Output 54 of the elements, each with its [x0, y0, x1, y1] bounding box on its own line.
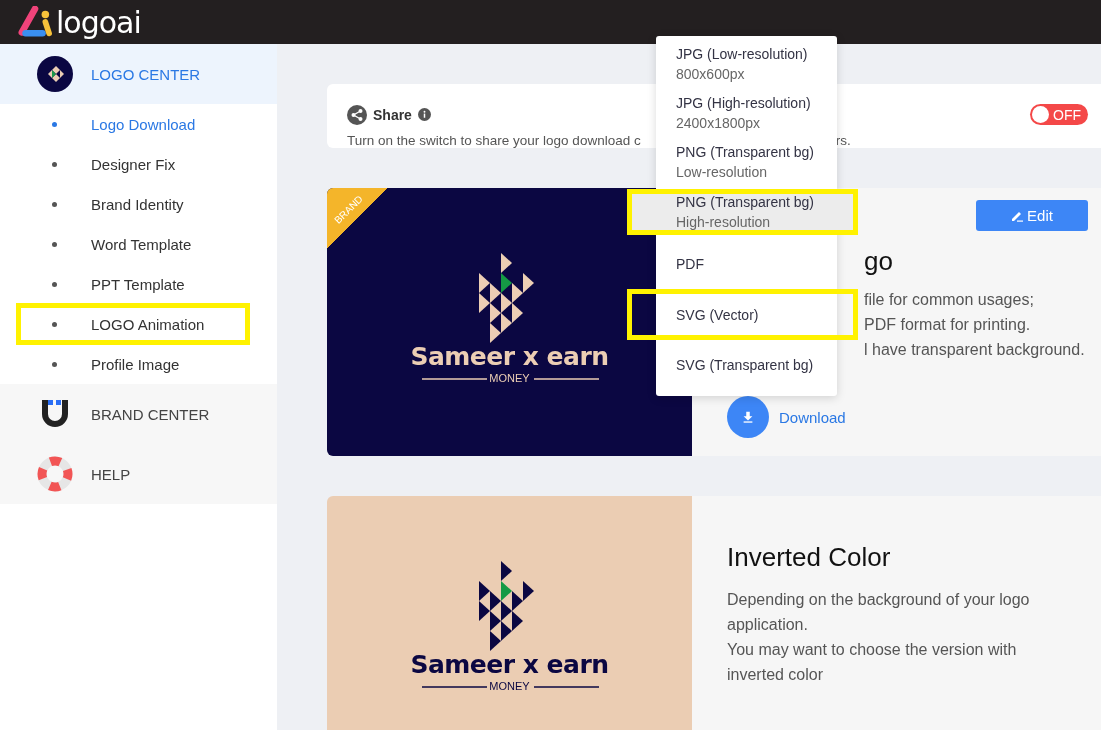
- logo-icon: [16, 6, 54, 38]
- format-detail: 2400x1800px: [676, 115, 762, 131]
- info-icon[interactable]: [417, 108, 431, 121]
- sidebar-section[interactable]: BRAND CENTER: [0, 384, 277, 444]
- sidebar-item[interactable]: Brand Identity: [0, 184, 277, 224]
- format-label: SVG (Transparent bg): [676, 356, 815, 373]
- logo-text[interactable]: logoai: [56, 4, 141, 40]
- card-description: file for common usages;: [864, 290, 1035, 310]
- menu-item[interactable]: PNG (Transparent bg) High-resolution: [627, 189, 858, 235]
- brand-tagline: MONEY: [489, 679, 530, 693]
- sidebar-section[interactable]: LOGO CENTER: [0, 44, 277, 104]
- share-toggle[interactable]: OFF: [1030, 104, 1088, 125]
- menu-item[interactable]: JPG (High-resolution) 2400x1800px: [656, 91, 837, 136]
- menu-item[interactable]: SVG (Transparent bg): [656, 340, 837, 390]
- sidebar-item[interactable]: Profile Image: [0, 344, 277, 384]
- menu-item[interactable]: JPG (Low-resolution) 800x600px: [656, 42, 837, 87]
- brand-tagline: MONEY: [489, 371, 530, 385]
- format-label: PNG (Transparent bg): [676, 144, 815, 160]
- logo-icon: [37, 56, 73, 92]
- menu-item[interactable]: PDF: [656, 239, 837, 289]
- download-icon: [741, 410, 755, 424]
- format-detail: 800x600px: [676, 66, 746, 82]
- card-description: You may want to choose the version with inverted color: [727, 640, 1018, 685]
- share-title: Share: [373, 106, 412, 123]
- format-detail: Low-resolution: [676, 164, 769, 180]
- format-label: JPG (High-resolution): [676, 95, 812, 111]
- sidebar-item[interactable]: LOGO Animation: [16, 303, 250, 345]
- menu-item[interactable]: SVG (Vector): [627, 289, 858, 340]
- format-label: PDF: [676, 255, 705, 272]
- edit-button[interactable]: Edit: [976, 200, 1088, 231]
- card-title: go: [864, 246, 894, 277]
- share-description: Turn on the switch to share your logo download c: [347, 133, 641, 148]
- sidebar-item[interactable]: Designer Fix: [0, 144, 277, 184]
- card-title: Inverted Color: [727, 542, 892, 573]
- share-description: rs.: [835, 133, 851, 148]
- brand-name: Sameer x earn: [410, 342, 609, 371]
- share-icon: [347, 104, 367, 125]
- download-link[interactable]: Download: [779, 408, 846, 426]
- lifebuoy-icon: [37, 456, 73, 492]
- pencil-icon: [1011, 209, 1024, 222]
- sidebar-section[interactable]: HELP: [0, 444, 277, 504]
- sidebar-item[interactable]: PPT Template: [0, 264, 277, 304]
- brand-name: Sameer x earn: [410, 650, 609, 679]
- card-description: l have transparent background.: [864, 340, 1086, 360]
- format-detail: High-resolution: [676, 214, 772, 230]
- sidebar-item[interactable]: Word Template: [0, 224, 277, 264]
- sidebar-item[interactable]: Logo Download: [0, 104, 277, 144]
- format-label: SVG (Vector): [676, 306, 760, 323]
- card-description: Depending on the background of your logo application.: [727, 590, 1031, 635]
- menu-item[interactable]: PNG (Transparent bg) Low-resolution: [656, 140, 837, 185]
- download-button[interactable]: [727, 396, 769, 438]
- card-description: PDF format for printing.: [864, 315, 1032, 335]
- format-label: PNG (Transparent bg): [676, 194, 815, 210]
- format-label: JPG (Low-resolution): [676, 46, 809, 62]
